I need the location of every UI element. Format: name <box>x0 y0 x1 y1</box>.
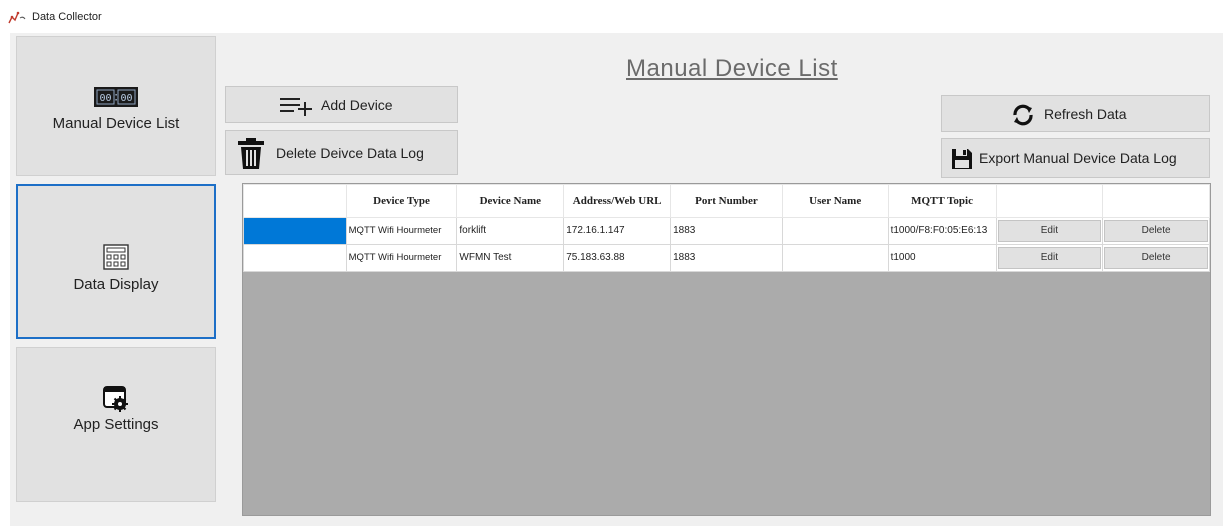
address-cell[interactable]: 75.183.63.88 <box>563 244 672 272</box>
page-title: Manual Device List <box>626 55 838 82</box>
row-header-cell[interactable] <box>243 244 347 272</box>
delete-button[interactable]: Delete <box>1104 220 1208 242</box>
mqtt-topic-cell[interactable]: t1000 <box>887 244 997 272</box>
column-header-delete[interactable] <box>1102 184 1210 218</box>
edit-cell: Edit <box>995 217 1104 245</box>
device-name-cell[interactable]: forklift <box>456 217 565 245</box>
device-counter-icon: 00 00 <box>94 87 138 107</box>
column-header-port-number[interactable]: Port Number <box>670 184 783 218</box>
port-number-cell[interactable]: 1883 <box>670 244 783 272</box>
device-name-cell[interactable]: WFMN Test <box>456 244 565 272</box>
delete-button[interactable]: Delete <box>1104 247 1208 269</box>
column-header-user-name[interactable]: User Name <box>781 184 889 218</box>
svg-text:00: 00 <box>99 93 111 104</box>
device-table: Device Type Device Name Address/Web URL … <box>243 184 1210 272</box>
refresh-data-button[interactable]: Refresh Data <box>941 95 1210 132</box>
delete-device-data-log-label: Delete Deivce Data Log <box>276 144 424 161</box>
delete-cell: Delete <box>1102 244 1210 272</box>
device-type-cell[interactable]: MQTT Wifi Hourmeter <box>345 217 458 245</box>
table-row[interactable]: MQTT Wifi Hourmeter WFMN Test 75.183.63.… <box>243 244 1210 272</box>
row-header-cell[interactable] <box>243 217 347 245</box>
refresh-icon <box>1013 104 1033 126</box>
add-device-button[interactable]: Add Device <box>225 86 458 123</box>
network-chart-icon <box>8 11 26 24</box>
sidebar-item-manual-device-list[interactable]: 00 00 Manual Device List <box>16 36 216 176</box>
mqtt-topic-cell[interactable]: t1000/F8:F0:05:E6:13 <box>887 217 997 245</box>
refresh-data-label: Refresh Data <box>1044 105 1127 122</box>
edit-button[interactable]: Edit <box>997 220 1102 242</box>
sidebar-item-label: Manual Device List <box>52 115 180 132</box>
edit-button[interactable]: Edit <box>997 247 1102 269</box>
add-device-label: Add Device <box>321 96 393 113</box>
save-disk-icon <box>952 149 972 169</box>
row-header-corner[interactable] <box>243 184 347 218</box>
table-header-row: Device Type Device Name Address/Web URL … <box>243 184 1210 218</box>
title-bar: Data Collector <box>0 0 1223 32</box>
calculator-grid-icon <box>103 244 129 270</box>
sidebar-item-label: Data Display <box>73 276 159 293</box>
device-type-cell[interactable]: MQTT Wifi Hourmeter <box>345 244 458 272</box>
port-number-cell[interactable]: 1883 <box>670 217 783 245</box>
sidebar-item-label: App Settings <box>73 416 159 433</box>
address-cell[interactable]: 172.16.1.147 <box>563 217 672 245</box>
edit-cell: Edit <box>995 244 1104 272</box>
column-header-address[interactable]: Address/Web URL <box>563 184 672 218</box>
main-client-area: 00 00 Manual Device List Data Display Ap… <box>10 33 1223 526</box>
user-name-cell[interactable] <box>781 244 889 272</box>
user-name-cell[interactable] <box>781 217 889 245</box>
device-data-grid[interactable]: Device Type Device Name Address/Web URL … <box>242 183 1211 516</box>
delete-device-data-log-button[interactable]: Delete Deivce Data Log <box>225 130 458 175</box>
add-list-icon <box>280 98 312 116</box>
delete-cell: Delete <box>1102 217 1210 245</box>
column-header-edit[interactable] <box>995 184 1104 218</box>
svg-text:00: 00 <box>120 93 132 104</box>
export-manual-device-data-log-button[interactable]: Export Manual Device Data Log <box>941 138 1210 178</box>
window-gear-icon <box>103 386 128 412</box>
column-header-device-type[interactable]: Device Type <box>345 184 458 218</box>
sidebar-item-data-display[interactable]: Data Display <box>16 184 216 339</box>
table-row[interactable]: MQTT Wifi Hourmeter forklift 172.16.1.14… <box>243 217 1210 245</box>
export-manual-device-data-log-label: Export Manual Device Data Log <box>979 150 1177 166</box>
column-header-device-name[interactable]: Device Name <box>456 184 565 218</box>
sidebar-item-app-settings[interactable]: App Settings <box>16 347 216 502</box>
column-header-mqtt-topic[interactable]: MQTT Topic <box>887 184 997 218</box>
window-title: Data Collector <box>32 11 102 23</box>
trash-icon <box>238 138 264 169</box>
